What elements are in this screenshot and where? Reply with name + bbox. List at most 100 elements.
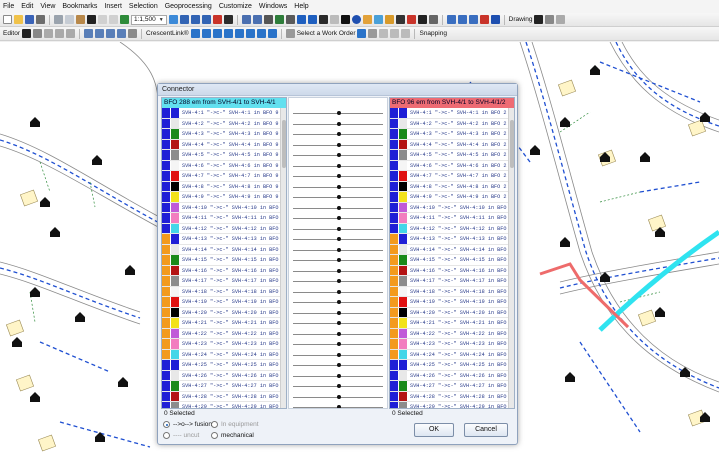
fiber-connection[interactable]: [289, 381, 387, 392]
fusion-radio[interactable]: [163, 421, 170, 428]
fiber-connection[interactable]: [289, 266, 387, 277]
menu-geoprocessing[interactable]: Geoprocessing: [165, 3, 212, 10]
sketch-properties-icon[interactable]: [116, 29, 126, 38]
fiber-row[interactable]: SVH-4:4 "->c-" SVH-4:4 in BFO 9: [162, 139, 286, 150]
fiber-connection[interactable]: [289, 402, 387, 408]
fiber-connection[interactable]: [289, 171, 387, 182]
add-data-icon[interactable]: [120, 15, 129, 24]
fixed-zoom-icon[interactable]: [285, 15, 295, 24]
fiber-connection[interactable]: [289, 297, 387, 308]
fiber-row[interactable]: SVH-4:19 "->c-" SVH-4:19 in BFO: [390, 297, 514, 308]
fiber-row[interactable]: SVH-4:5 "->c-" SVH-4:5 in BFO 9: [162, 150, 286, 161]
fiber-row[interactable]: SVH-4:7 "->c-" SVH-4:7 in BFO 2: [390, 171, 514, 182]
fiber-row[interactable]: SVH-4:4 "->c-" SVH-4:4 in BFO 2: [390, 139, 514, 150]
fiber-connection[interactable]: [289, 140, 387, 151]
previous-extent-icon[interactable]: [296, 15, 306, 24]
map-scale-combo[interactable]: 1:1,500 ▼: [131, 14, 167, 25]
straight-segment-icon[interactable]: [43, 29, 53, 38]
fiber-row[interactable]: SVH-4:25 "->c-" SVH-4:25 in BFO: [162, 360, 286, 371]
menu-help[interactable]: Help: [294, 3, 308, 10]
fiber-row[interactable]: SVH-4:18 "->c-" SVH-4:18 in BFO: [390, 286, 514, 297]
port-icon[interactable]: [256, 29, 266, 38]
report-icon[interactable]: [368, 29, 378, 38]
fiber-connection[interactable]: [289, 182, 387, 193]
print-report-icon[interactable]: [379, 29, 389, 38]
feature-template-menu[interactable]: CrescentLink®: [146, 30, 189, 37]
fiber-row[interactable]: SVH-4:28 "->c-" SVH-4:28 in BFO: [162, 391, 286, 402]
fiber-row[interactable]: SVH-4:12 "->c-" SVH-4:12 in BFO: [390, 223, 514, 234]
fiber-row[interactable]: SVH-4:28 "->c-" SVH-4:28 in BFO: [390, 391, 514, 402]
fiber-connection[interactable]: [289, 161, 387, 172]
fiber-row[interactable]: SVH-4:8 "->c-" SVH-4:8 in BFO 9: [162, 181, 286, 192]
undo-icon[interactable]: [98, 15, 107, 24]
print-icon[interactable]: [36, 15, 45, 24]
select-work-order-button[interactable]: Select a Work Order: [297, 30, 356, 37]
menu-customize[interactable]: Customize: [219, 3, 252, 10]
clear-selection-icon[interactable]: [329, 15, 339, 24]
fiber-row[interactable]: SVH-4:17 "->c-" SVH-4:17 in BFO: [390, 276, 514, 287]
save-icon[interactable]: [25, 15, 34, 24]
export-icon[interactable]: [390, 29, 400, 38]
fiber-row[interactable]: SVH-4:6 "->c-" SVH-4:6 in BFO 9: [162, 160, 286, 171]
fiber-row[interactable]: SVH-4:21 "->c-" SVH-4:21 in BFO: [390, 318, 514, 329]
fiber-row[interactable]: SVH-4:14 "->c-" SVH-4:14 in BFO: [162, 244, 286, 255]
fiber-row[interactable]: SVH-4:1 "->c-" SVH-4:1 in BFO 2: [390, 108, 514, 119]
fiber-row[interactable]: SVH-4:24 "->c-" SVH-4:24 in BFO: [390, 349, 514, 360]
paste-icon[interactable]: [76, 15, 85, 24]
fiber-connection[interactable]: [289, 287, 387, 298]
hyperlink-icon[interactable]: [362, 15, 372, 24]
fiber-row[interactable]: SVH-4:13 "->c-" SVH-4:13 in BFO: [390, 234, 514, 245]
menu-bookmarks[interactable]: Bookmarks: [62, 3, 97, 10]
fiber-connection[interactable]: [289, 224, 387, 235]
fiber-row[interactable]: SVH-4:25 "->c-" SVH-4:25 in BFO: [390, 360, 514, 371]
fiber-row[interactable]: SVH-4:15 "->c-" SVH-4:15 in BFO: [162, 255, 286, 266]
fiber-row[interactable]: SVH-4:27 "->c-" SVH-4:27 in BFO: [390, 381, 514, 392]
fiber-connection[interactable]: [289, 308, 387, 319]
menu-insert[interactable]: Insert: [104, 3, 122, 10]
duct-icon[interactable]: [245, 29, 255, 38]
copy-icon[interactable]: [65, 15, 74, 24]
equipment-icon[interactable]: [267, 29, 277, 38]
fiber-row[interactable]: SVH-4:3 "->c-" SVH-4:3 in BFO 2: [390, 129, 514, 140]
edit-annotation-icon[interactable]: [32, 29, 42, 38]
fiber-row[interactable]: SVH-4:26 "->c-" SVH-4:26 in BFO: [162, 370, 286, 381]
find-icon[interactable]: [395, 15, 405, 24]
work-order-icon[interactable]: [285, 29, 295, 38]
left-scrollbar[interactable]: [280, 108, 286, 408]
fiber-row[interactable]: SVH-4:3 "->c-" SVH-4:3 in BFO 9: [162, 129, 286, 140]
fiber-row[interactable]: SVH-4:22 "->c-" SVH-4:22 in BFO: [390, 328, 514, 339]
menu-file[interactable]: File: [3, 3, 14, 10]
measure-icon[interactable]: [384, 15, 394, 24]
mechanical-radio[interactable]: [211, 432, 218, 439]
drawing-menu[interactable]: Drawing: [509, 16, 533, 23]
python-window-icon[interactable]: [223, 15, 233, 24]
trace-icon[interactable]: [65, 29, 75, 38]
arctoolbox-icon[interactable]: [212, 15, 222, 24]
refresh-icon[interactable]: [468, 15, 478, 24]
uncut-option[interactable]: ---- uncut: [163, 432, 199, 439]
fiber-connection[interactable]: [289, 318, 387, 329]
fiber-row[interactable]: SVH-4:22 "->c-" SVH-4:22 in BFO: [162, 328, 286, 339]
snapping-menu[interactable]: Snapping: [419, 30, 446, 37]
redo-icon[interactable]: [109, 15, 118, 24]
delete-icon[interactable]: [87, 15, 96, 24]
layout-view-icon[interactable]: [446, 15, 456, 24]
zoom-out-icon[interactable]: [252, 15, 262, 24]
search-window-icon[interactable]: [201, 15, 211, 24]
in-equipment-radio[interactable]: [211, 421, 218, 428]
fiber-row[interactable]: SVH-4:1 "->c-" SVH-4:1 in BFO 9: [162, 108, 286, 119]
left-scrollbar-thumb[interactable]: [282, 120, 286, 168]
connect-tool-icon[interactable]: [190, 29, 200, 38]
trace-path-icon[interactable]: [212, 29, 222, 38]
fiber-connection[interactable]: [289, 234, 387, 245]
in-equipment-option[interactable]: In equipment: [211, 421, 259, 428]
select-arrow-icon[interactable]: [534, 15, 544, 24]
fiber-row[interactable]: SVH-4:10 "->c-" SVH-4:10 in BFO: [162, 202, 286, 213]
list-icon[interactable]: [357, 29, 367, 38]
cancel-button[interactable]: Cancel: [464, 423, 508, 437]
fiber-row[interactable]: SVH-4:8 "->c-" SVH-4:8 in BFO 2: [390, 181, 514, 192]
fiber-row[interactable]: SVH-4:27 "->c-" SVH-4:27 in BFO: [162, 381, 286, 392]
fiber-connection[interactable]: [289, 213, 387, 224]
fiber-connection[interactable]: [289, 255, 387, 266]
pan-icon[interactable]: [263, 15, 273, 24]
